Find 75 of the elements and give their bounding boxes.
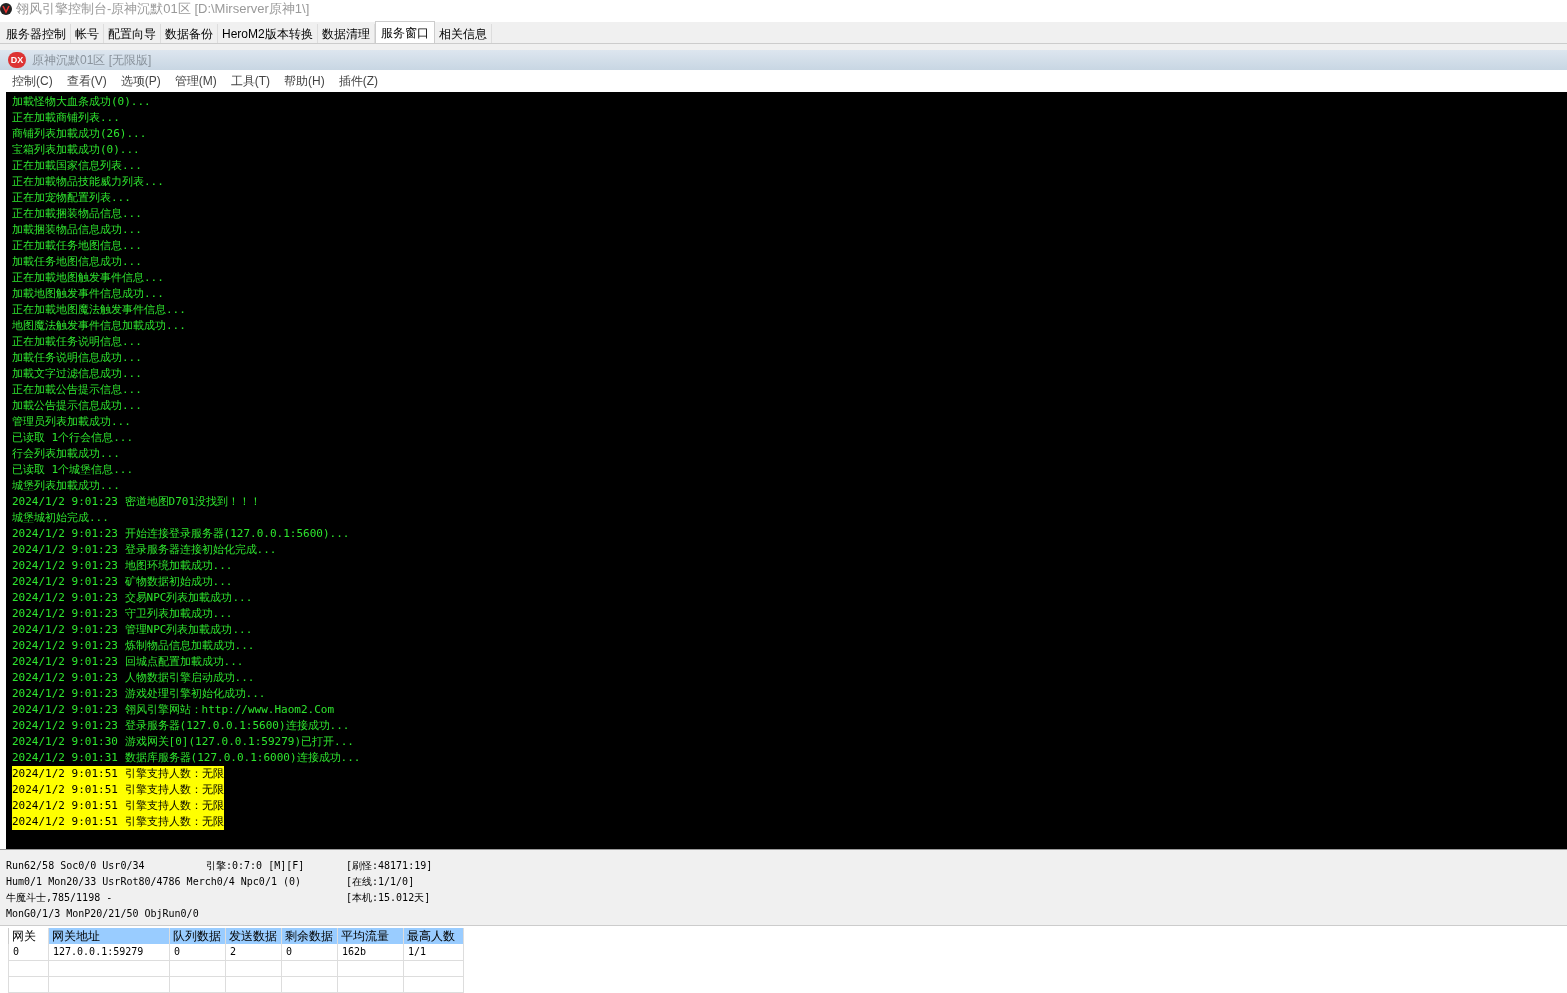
log-line: 2024/1/2 9:01:23 回城点配置加載成功... — [12, 654, 244, 670]
status-text: 引擎:0:7:0 [M][F] — [206, 860, 305, 871]
log-line: 已读取 1个城堡信息... — [12, 462, 134, 478]
log-line: 正在加載任务地图信息... — [12, 238, 142, 254]
log-line: 2024/1/2 9:01:23 矿物数据初始成功... — [12, 574, 233, 590]
log-line: 正在加載地图魔法触发事件信息... — [12, 302, 186, 318]
log-line: 行会列表加載成功... — [12, 446, 120, 462]
log-line: 正在加載地图触发事件信息... — [12, 270, 164, 286]
table-cell: 127.0.0.1:59279 — [49, 944, 170, 960]
status-text: [在线:1/1/0] — [346, 876, 415, 887]
log-line: 管理员列表加載成功... — [12, 414, 131, 430]
log-line: 2024/1/2 9:01:23 翎风引擎网站：http://www.Haom2.Com — [12, 702, 335, 718]
log-line: 加載文字过滤信息成功... — [12, 366, 142, 382]
column-header[interactable]: 剩余数据 — [282, 928, 338, 944]
log-line: 2024/1/2 9:01:23 地图环境加載成功... — [12, 558, 233, 574]
window-title: 翎风引擎控制台-原神沉默01区 [D:\Mirserver原神1\] — [16, 0, 310, 19]
menu-item[interactable]: 查看(V) — [66, 72, 107, 90]
log-line: 2024/1/2 9:01:23 登录服务器(127.0.0.1:5600)连接成功... — [12, 718, 350, 734]
column-header[interactable]: 网关地址 — [49, 928, 170, 944]
log-line: 2024/1/2 9:01:23 炼制物品信息加載成功... — [12, 638, 255, 654]
log-line: 2024/1/2 9:01:23 密道地图D701没找到！！！ — [12, 494, 262, 510]
log-line: 地图魔法触发事件信息加載成功... — [12, 318, 186, 334]
log-line: 2024/1/2 9:01:23 人物数据引擎启动成功... — [12, 670, 255, 686]
table-cell: 0 — [9, 944, 49, 960]
log-line: 城堡列表加載成功... — [12, 478, 120, 494]
table-cell: 0 — [170, 944, 226, 960]
log-line: 2024/1/2 9:01:23 开始连接登录服务器(127.0.0.1:5600)... — [12, 526, 350, 542]
menu-item[interactable]: 帮助(H) — [284, 72, 325, 90]
column-header[interactable]: 发送数据 — [226, 928, 282, 944]
status-text: [本机:15.012天] — [346, 892, 431, 903]
menu-item[interactable]: 管理(M) — [174, 72, 217, 90]
status-text: MonG0/1/3 MonP20/21/50 ObjRun0/0 — [6, 907, 199, 921]
column-header[interactable]: 最高人数 — [404, 928, 464, 944]
status-text: [刷怪:48171:19] — [346, 860, 433, 871]
log-line: 正在加載任务说明信息... — [12, 334, 142, 350]
menu-item[interactable]: 控制(C) — [12, 72, 53, 90]
log-line: 加載捆装物品信息成功... — [12, 222, 142, 238]
log-line: 正在加載捆装物品信息... — [12, 206, 142, 222]
status-text: Hum0/1 Mon20/33 UsrRot80/4786 Merch0/4 Npc0/1 (0) — [6, 875, 301, 889]
table-cell: 0 — [282, 944, 338, 960]
table-cell: 2 — [226, 944, 282, 960]
app-badge-icon: DX — [8, 52, 26, 68]
inner-window-title: 原神沉默01区 [无限版] — [32, 52, 152, 69]
log-line: 正在加載商铺列表... — [12, 110, 120, 126]
log-line: 2024/1/2 9:01:30 游戏网关[0](127.0.0.1:59279)已打开... — [12, 734, 354, 750]
log-line: 正在加載公告提示信息... — [12, 382, 142, 398]
menu-item[interactable]: 插件(Z) — [338, 72, 378, 90]
log-line: 正在加載物品技能威力列表... — [12, 174, 164, 190]
log-line: 加載任务地图信息成功... — [12, 254, 142, 270]
status-text: 牛魔斗士,785/1198 - — [6, 891, 113, 905]
log-line: 2024/1/2 9:01:23 守卫列表加載成功... — [12, 606, 233, 622]
column-header[interactable]: 平均流量 — [338, 928, 404, 944]
log-line: 正在加宠物配置列表... — [12, 190, 131, 206]
table-cell: 162b — [338, 944, 404, 960]
log-line: 加載公告提示信息成功... — [12, 398, 142, 414]
log-line: 2024/1/2 9:01:23 游戏处理引擎初始化成功... — [12, 686, 266, 702]
menu-item[interactable]: 选项(P) — [120, 72, 161, 90]
tab[interactable]: 服务窗口 — [374, 21, 435, 43]
log-line: 2024/1/2 9:01:23 交易NPC列表加載成功... — [12, 590, 253, 606]
column-header[interactable]: 队列数据 — [170, 928, 226, 944]
log-line: 城堡城初始完成... — [12, 510, 109, 526]
log-line: 宝箱列表加載成功(0)... — [12, 142, 140, 158]
table-cell: 1/1 — [404, 944, 464, 960]
log-line: 2024/1/2 9:01:23 登录服务器连接初始化完成... — [12, 542, 277, 558]
log-line: 正在加載国家信息列表... — [12, 158, 142, 174]
log-line: 2024/1/2 9:01:31 数据库服务器(127.0.0.1:6000)连接成功... — [12, 750, 361, 766]
log-line: 已读取 1个行会信息... — [12, 430, 134, 446]
log-line: 商铺列表加載成功(26)... — [12, 126, 147, 142]
log-line: 2024/1/2 9:01:23 管理NPC列表加載成功... — [12, 622, 253, 638]
app-logo-icon — [0, 3, 12, 15]
status-text: Run62/58 Soc0/0 Usr0/34 — [6, 859, 145, 873]
menu-item[interactable]: 工具(T) — [230, 72, 270, 90]
log-line: 加載地图触发事件信息成功... — [12, 286, 164, 302]
log-line: 加載任务说明信息成功... — [12, 350, 142, 366]
log-line: 加載怪物大血条成功(0)... — [12, 94, 151, 110]
